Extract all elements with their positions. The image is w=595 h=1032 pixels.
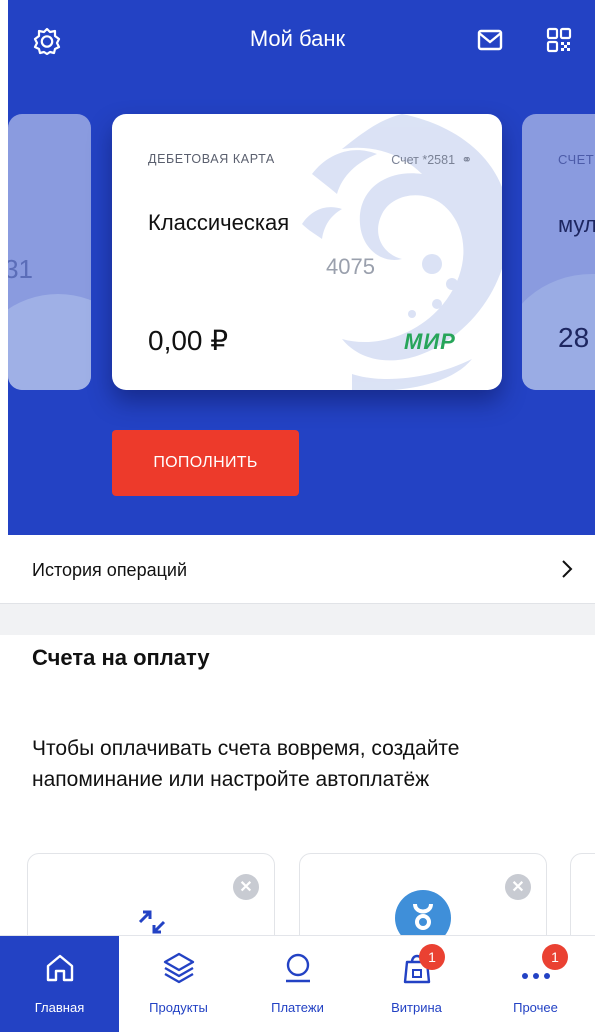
nav-label-products: Продукты [149, 1000, 208, 1015]
nav-item-showcase[interactable]: 1 Витрина [357, 936, 476, 1032]
nav-item-home[interactable]: Главная [0, 936, 119, 1032]
card-previous[interactable]: 31 [8, 114, 91, 390]
nav-label-home: Главная [34, 1000, 85, 1015]
mail-icon[interactable] [472, 22, 508, 58]
bills-description: Чтобы оплачивать счета вовремя, создайте… [32, 737, 460, 791]
app-screen: Мой банк 31 ДЕБЕТОВАЯ КАРТА Счет *2581 ⚭… [0, 0, 595, 1032]
close-icon[interactable]: ✕ [233, 874, 259, 900]
nav-label-showcase: Витрина [391, 1000, 442, 1015]
account-number: Счет *2581 [391, 153, 456, 167]
card-number: 4075 [326, 254, 375, 279]
nav-item-products[interactable]: Продукты [119, 936, 238, 1032]
card-balance-fragment: 31 [8, 254, 33, 284]
nav-item-payments[interactable]: Платежи [238, 936, 357, 1032]
nav-item-more[interactable]: 1 Прочее [476, 936, 595, 1032]
chevron-right-icon [562, 560, 573, 578]
notification-badge: 1 [419, 944, 445, 970]
card-account-label: Счет *2581 ⚭ [391, 152, 472, 167]
card-next[interactable]: СЧЕТ мул 28 [522, 114, 595, 390]
close-icon[interactable]: ✕ [505, 874, 531, 900]
layers-icon [159, 948, 199, 988]
card-type-label: СЧЕТ [558, 152, 595, 167]
card-type-label: ДЕБЕТОВАЯ КАРТА [148, 152, 275, 166]
bottom-nav: Главная Продукты Платежи 1 Витрина 1 Про… [0, 935, 595, 1032]
home-icon [40, 948, 80, 988]
nav-label-payments: Платежи [271, 1000, 324, 1015]
qr-icon[interactable] [541, 22, 577, 58]
card-name: Классическая [148, 210, 290, 235]
card-balance-fragment: 28 [558, 322, 590, 353]
notification-badge: 1 [542, 944, 568, 970]
history-label: История операций [32, 560, 188, 580]
section-divider [0, 603, 595, 635]
card-name: мул [558, 212, 595, 237]
bills-title: Счета на оплату [32, 645, 210, 670]
topup-button[interactable]: ПОПОЛНИТЬ [112, 430, 299, 496]
top-bar: Мой банк [0, 0, 595, 82]
card-balance: 0,00 ₽ [148, 325, 229, 356]
history-row[interactable]: История операций [0, 535, 595, 603]
link-icon: ⚭ [461, 153, 472, 167]
card-wave-decoration [8, 294, 91, 390]
payments-icon [278, 948, 318, 988]
debit-card[interactable]: ДЕБЕТОВАЯ КАРТА Счет *2581 ⚭ Классическа… [112, 114, 502, 390]
mir-logo: МИР [404, 329, 456, 354]
nav-label-more: Прочее [513, 1000, 558, 1015]
